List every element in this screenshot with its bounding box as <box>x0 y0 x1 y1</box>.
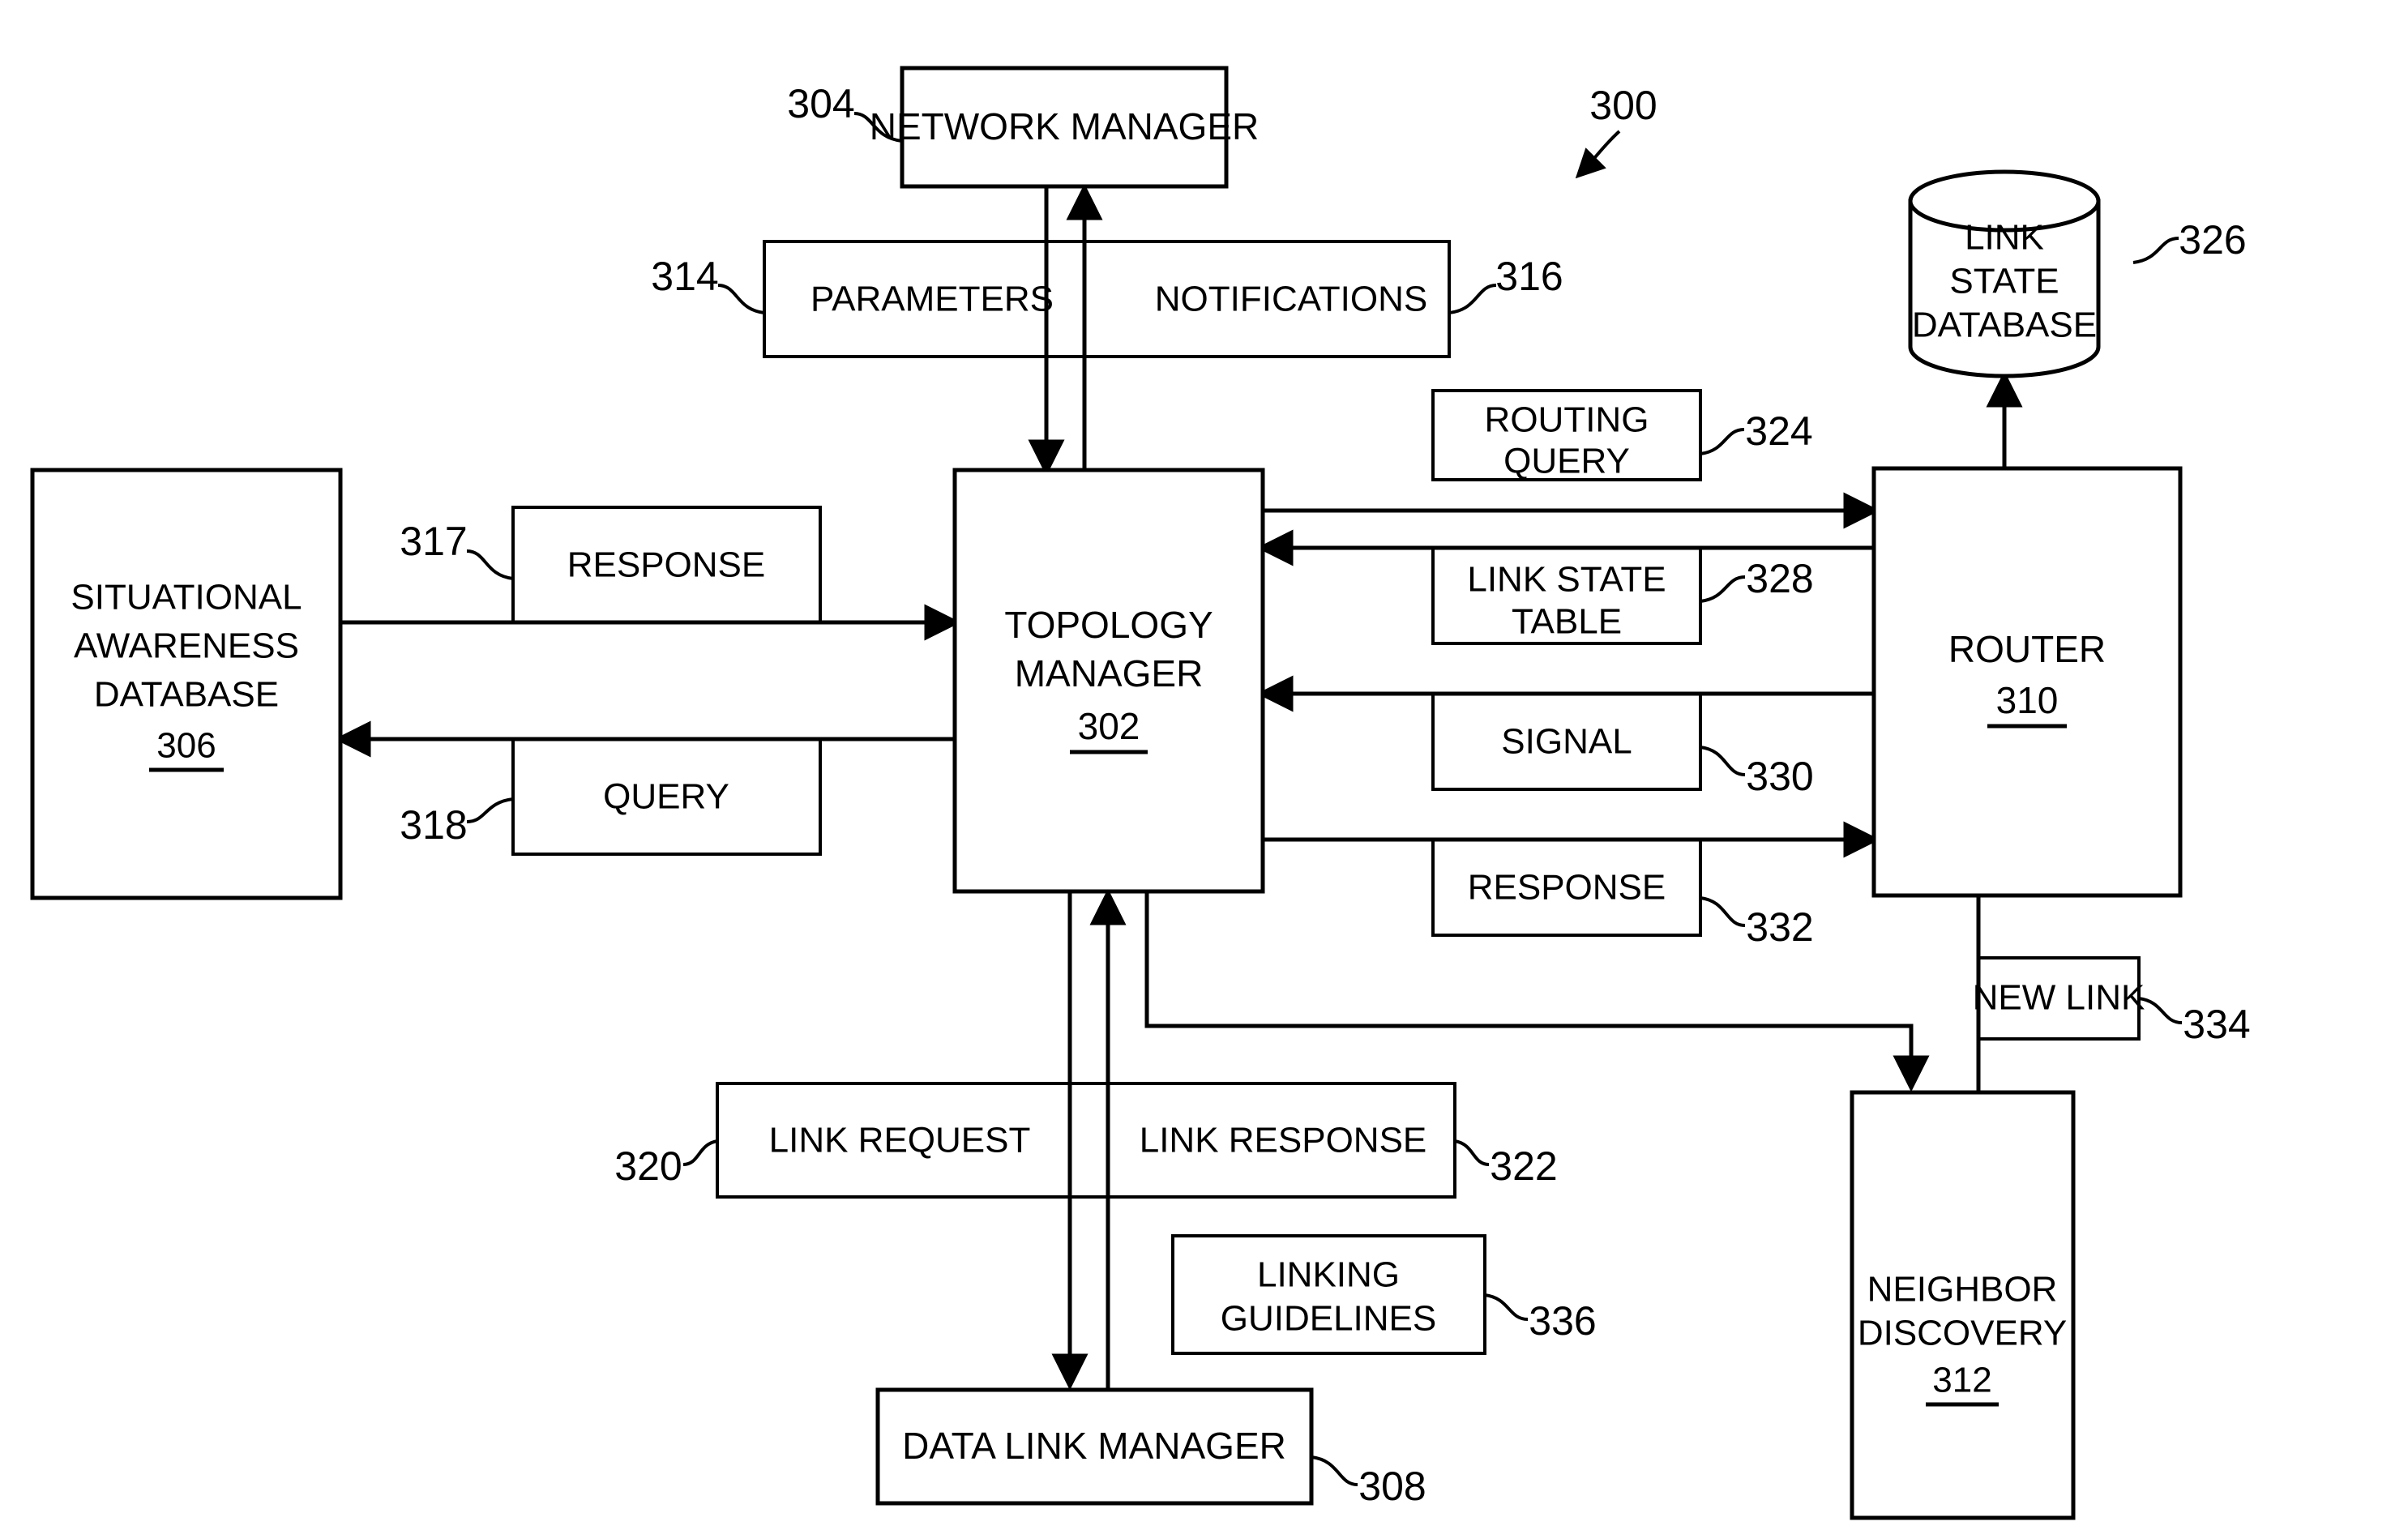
ref-number-318: 318 <box>400 802 467 848</box>
linking-guidelines-line-1: LINKING <box>1257 1255 1400 1295</box>
ref-callout-330: 330 <box>1700 746 1814 799</box>
ref-callout-316: 316 <box>1448 254 1563 314</box>
neighbor-discovery-ref-number: 312 <box>1932 1361 1991 1400</box>
node-situational-awareness-database[interactable]: SITUATIONAL AWARENESS DATABASE 306 <box>30 468 343 900</box>
sadb-line-1: SITUATIONAL <box>71 578 302 618</box>
query-left-label: QUERY <box>603 777 729 817</box>
patent-figure-diagram: NETWORK MANAGER 304 PARAMETERS NOTIFICAT… <box>0 0 2408 1530</box>
leader-line-317 <box>466 549 514 580</box>
node-linking-guidelines: LINKING GUIDELINES <box>1171 1234 1486 1355</box>
router-label: ROUTER <box>1948 628 2106 670</box>
lsdb-line-3: DATABASE <box>1912 306 2097 345</box>
router-ref-number: 310 <box>1996 679 2059 721</box>
ref-number-328: 328 <box>1746 556 1813 601</box>
link-response-label: LINK RESPONSE <box>1140 1121 1427 1160</box>
routing-query-line-2: QUERY <box>1503 442 1630 481</box>
node-new-link: NEW LINK <box>1973 956 2145 1041</box>
routing-query-line-1: ROUTING <box>1485 400 1649 440</box>
ref-number-320: 320 <box>614 1143 682 1189</box>
leader-line-322 <box>1454 1139 1490 1166</box>
new-link-label: NEW LINK <box>1973 978 2145 1018</box>
ref-number-304: 304 <box>787 81 854 126</box>
leader-line-326 <box>2132 237 2179 264</box>
ref-number-322: 322 <box>1490 1143 1557 1189</box>
ref-number-334: 334 <box>2183 1002 2250 1047</box>
figure-reference-arrow <box>1575 130 1621 179</box>
notifications-label: NOTIFICATIONS <box>1155 280 1428 319</box>
neighbor-discovery-line-1: NEIGHBOR <box>1867 1270 2058 1310</box>
leader-line-330 <box>1700 746 1746 776</box>
response-right-label: RESPONSE <box>1468 868 1666 908</box>
data-link-manager-label: DATA LINK MANAGER <box>902 1425 1286 1467</box>
ref-callout-334: 334 <box>2138 997 2251 1047</box>
node-link-state-database[interactable]: LINK STATE DATABASE <box>1908 169 2101 378</box>
leader-line-320 <box>682 1139 718 1166</box>
ref-number-324: 324 <box>1745 408 1812 454</box>
link-state-table-line-2: TABLE <box>1512 602 1622 642</box>
node-data-link-manager[interactable]: DATA LINK MANAGER <box>875 1387 1314 1506</box>
ref-callout-324: 324 <box>1700 408 1813 455</box>
signal-label: SIGNAL <box>1501 722 1632 762</box>
leader-line-316 <box>1448 284 1497 314</box>
sadb-line-2: AWARENESS <box>74 626 299 666</box>
link-state-table-line-1: LINK STATE <box>1467 560 1666 600</box>
topology-manager-line-2: MANAGER <box>1015 652 1204 694</box>
ref-number-300: 300 <box>1589 83 1657 128</box>
ref-callout-326: 326 <box>2132 217 2247 264</box>
ref-number-336: 336 <box>1529 1298 1596 1344</box>
topology-manager-ref-number: 302 <box>1078 705 1140 747</box>
ref-callout-328: 328 <box>1700 556 1814 603</box>
response-left-label: RESPONSE <box>567 545 766 585</box>
node-link-state-table: LINK STATE TABLE <box>1431 546 1702 645</box>
node-routing-query: ROUTING QUERY <box>1431 389 1702 481</box>
ref-number-317: 317 <box>400 519 467 564</box>
sadb-ref-number: 306 <box>156 726 216 766</box>
node-neighbor-discovery[interactable]: NEIGHBOR DISCOVERY 312 <box>1850 1090 2076 1520</box>
leader-line-332 <box>1700 896 1746 927</box>
ref-number-326: 326 <box>2179 217 2246 263</box>
ref-callout-332: 332 <box>1700 896 1814 950</box>
node-response-right: RESPONSE <box>1431 838 1702 937</box>
node-link-request-response-band: LINK REQUEST LINK RESPONSE <box>716 1082 1456 1199</box>
lsdb-line-1: LINK <box>1965 218 2044 258</box>
ref-callout-320: 320 <box>614 1139 718 1189</box>
leader-line-314 <box>717 284 765 314</box>
parameters-label: PARAMETERS <box>811 280 1054 319</box>
leader-line-336 <box>1484 1293 1529 1321</box>
ref-callout-317: 317 <box>400 519 514 580</box>
neighbor-discovery-line-2: DISCOVERY <box>1858 1314 2067 1353</box>
node-parameters-notifications-band: PARAMETERS NOTIFICATIONS <box>763 240 1451 358</box>
ref-number-316: 316 <box>1495 254 1563 299</box>
ref-number-314: 314 <box>651 254 718 299</box>
ref-number-332: 332 <box>1746 904 1813 950</box>
sadb-line-3: DATABASE <box>94 675 279 715</box>
ref-callout-336: 336 <box>1484 1293 1597 1344</box>
lsdb-line-2: STATE <box>1949 262 2059 301</box>
leader-line-334 <box>2138 997 2183 1024</box>
ref-callout-314: 314 <box>651 254 765 314</box>
figure-reference-300: 300 <box>1575 83 1657 179</box>
link-request-label: LINK REQUEST <box>769 1121 1031 1160</box>
leader-line-324 <box>1700 428 1745 455</box>
leader-line-328 <box>1700 575 1746 603</box>
node-query-left: QUERY <box>511 737 822 856</box>
ref-callout-322: 322 <box>1454 1139 1558 1189</box>
node-signal: SIGNAL <box>1431 692 1702 791</box>
ref-callout-318: 318 <box>400 797 514 848</box>
node-topology-manager[interactable]: TOPOLOGY MANAGER 302 <box>952 468 1265 894</box>
network-manager-label: NETWORK MANAGER <box>870 105 1259 147</box>
ref-number-308: 308 <box>1358 1464 1426 1509</box>
ref-number-330: 330 <box>1746 754 1813 799</box>
leader-line-308 <box>1311 1455 1358 1486</box>
diagram-canvas: NETWORK MANAGER 304 PARAMETERS NOTIFICAT… <box>30 66 2251 1520</box>
topology-manager-line-1: TOPOLOGY <box>1004 604 1213 646</box>
leader-line-318 <box>466 797 514 823</box>
node-network-manager[interactable]: NETWORK MANAGER <box>870 66 1259 189</box>
node-router[interactable]: ROUTER 310 <box>1871 466 2183 898</box>
linking-guidelines-line-2: GUIDELINES <box>1221 1299 1437 1339</box>
ref-callout-308: 308 <box>1311 1455 1426 1509</box>
node-response-left: RESPONSE <box>511 506 822 624</box>
